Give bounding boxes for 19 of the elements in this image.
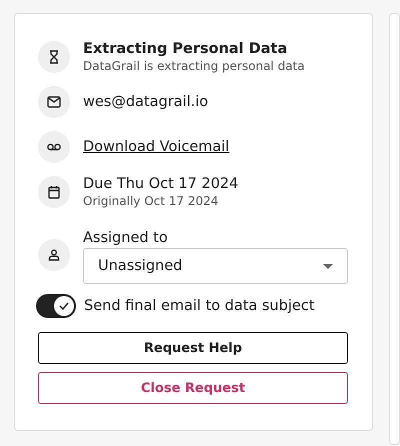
- assigned-to-label: Assigned to: [83, 230, 168, 246]
- due-date: Due Thu Oct 17 2024: [83, 176, 238, 192]
- voicemail-icon: [38, 131, 70, 163]
- toggle-label: Send final email to data subject: [84, 298, 315, 314]
- person-icon: [38, 239, 70, 271]
- request-help-button[interactable]: Request Help: [38, 332, 348, 364]
- assignee-select[interactable]: Unassigned: [83, 248, 348, 284]
- caret-icon: [323, 264, 333, 268]
- status-subtitle: DataGrail is extracting personal data: [83, 59, 305, 73]
- original-due-date: Originally Oct 17 2024: [83, 194, 218, 208]
- download-voicemail-link[interactable]: Download Voicemail: [83, 139, 230, 155]
- toggle-switch[interactable]: [36, 294, 76, 318]
- email-text: wes@datagrail.io: [83, 94, 208, 110]
- calendar-icon: [38, 176, 70, 208]
- mail-icon: [38, 86, 70, 118]
- check-icon: [59, 302, 69, 310]
- status-title: Extracting Personal Data: [83, 41, 288, 57]
- close-request-button[interactable]: Close Request: [38, 372, 348, 404]
- hourglass-icon: [38, 41, 70, 73]
